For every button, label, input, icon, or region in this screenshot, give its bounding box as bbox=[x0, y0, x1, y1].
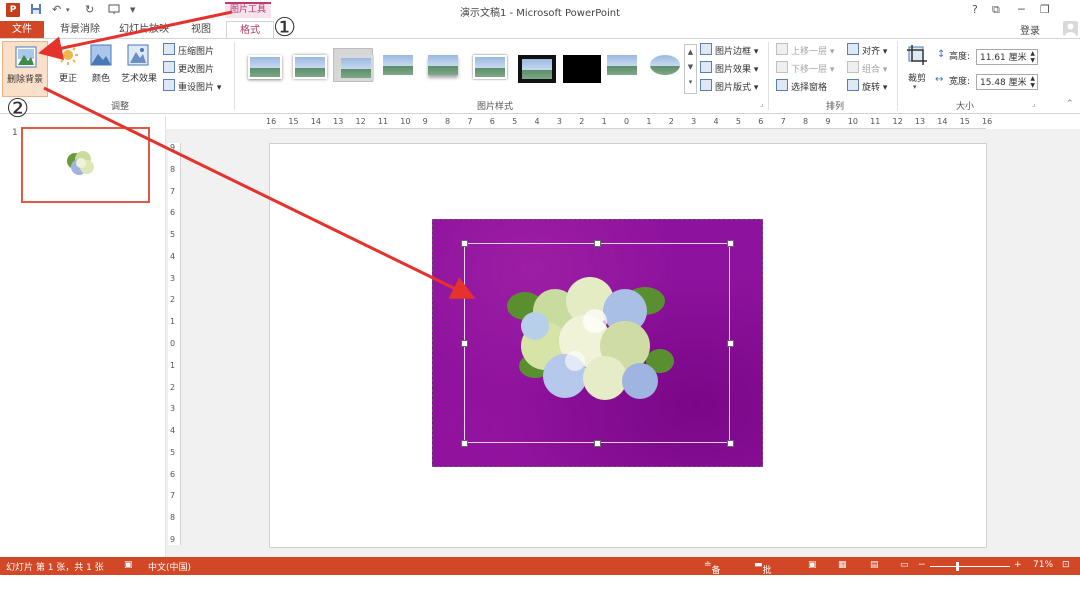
slide-sorter-icon[interactable]: ▦ bbox=[838, 560, 847, 570]
reading-view-icon[interactable]: ▤ bbox=[870, 560, 879, 570]
slideshow-view-icon[interactable]: ▭ bbox=[900, 560, 909, 570]
slide-count-status: 幻灯片 第 1 张，共 1 张 bbox=[6, 563, 104, 573]
notes-button[interactable]: ≐ 备注 bbox=[704, 560, 721, 589]
notes-label: 备注 bbox=[711, 566, 721, 589]
zoom-out-button[interactable]: − bbox=[918, 560, 926, 570]
comments-label: 批注 bbox=[762, 566, 772, 589]
arrow-to-remove-background bbox=[38, 10, 233, 60]
fit-to-window-icon[interactable]: ⊡ bbox=[1062, 560, 1070, 570]
normal-view-icon[interactable]: ▣ bbox=[808, 560, 817, 570]
zoom-slider-thumb[interactable] bbox=[956, 562, 960, 571]
arrow-to-picture bbox=[43, 86, 476, 299]
zoom-in-button[interactable]: + bbox=[1014, 560, 1022, 570]
language-status[interactable]: 中文(中国) bbox=[148, 560, 191, 573]
comments-button[interactable]: ▬ 批注 bbox=[754, 560, 772, 589]
status-bar: 幻灯片 第 1 张，共 1 张 ▣ 中文(中国) ≐ 备注 ▬ 批注 ▣ ▦ ▤… bbox=[0, 557, 1080, 589]
zoom-slider[interactable] bbox=[930, 566, 1010, 567]
spell-check-icon[interactable]: ▣ bbox=[124, 560, 133, 570]
annotation-arrows bbox=[38, 10, 476, 299]
zoom-level[interactable]: 71% bbox=[1033, 560, 1053, 570]
